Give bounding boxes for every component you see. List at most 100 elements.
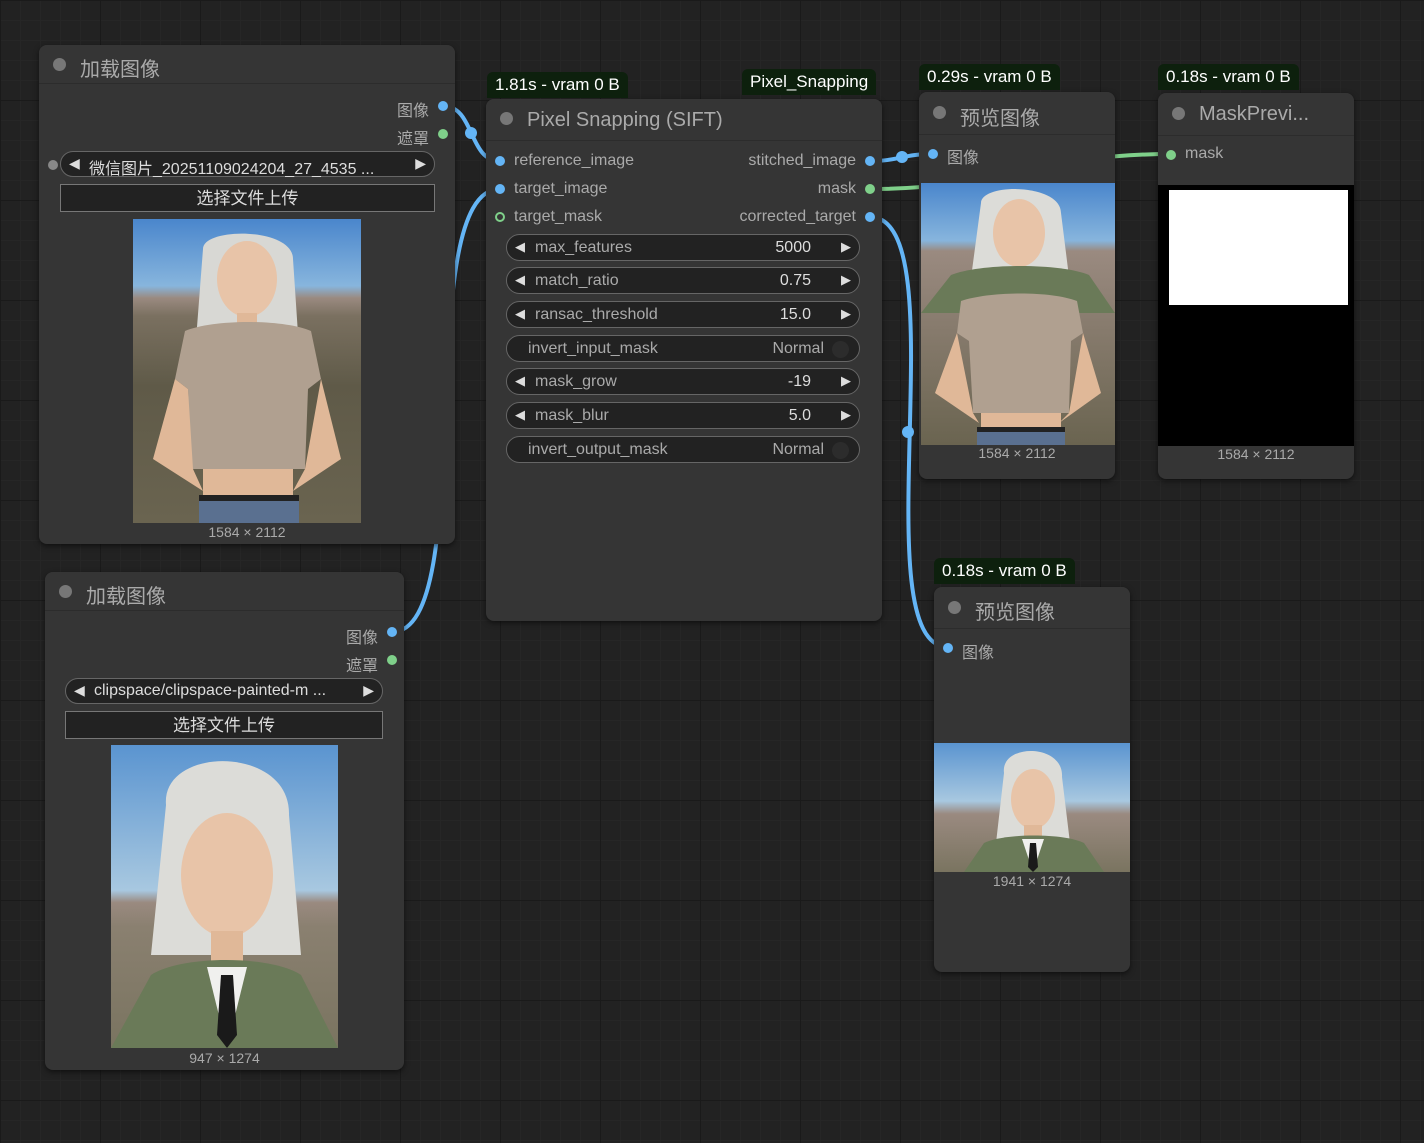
preview-image-node-2[interactable]: 预览图像 图像 1941 × 1274	[934, 587, 1130, 972]
collapse-dot-icon[interactable]	[948, 601, 961, 614]
widget-input-slot[interactable]	[48, 160, 58, 170]
node-name-badge: Pixel_Snapping	[742, 69, 877, 95]
node-title: MaskPrevi...	[1199, 103, 1310, 125]
widget-invert-output-mask[interactable]: invert_output_mask Normal	[506, 436, 860, 463]
widget-ransac-threshold[interactable]: ◀ ransac_threshold 15.0 ▶	[506, 301, 860, 328]
execution-time-badge: 0.29s - vram 0 B	[919, 64, 1060, 90]
widget-invert-input-mask[interactable]: invert_input_mask Normal	[506, 335, 860, 362]
output-mask-label: 遮罩	[345, 658, 378, 675]
node-header[interactable]: Pixel Snapping (SIFT)	[486, 99, 882, 141]
arrow-right-icon[interactable]: ▶	[363, 682, 374, 699]
widget-name: invert_input_mask	[528, 340, 658, 357]
input-image-slot[interactable]	[928, 149, 938, 159]
widget-name: invert_output_mask	[528, 441, 668, 458]
output-mask-slot[interactable]	[865, 184, 875, 194]
widget-name: ransac_threshold	[535, 306, 658, 323]
node-title: Pixel Snapping (SIFT)	[527, 109, 723, 131]
node-header[interactable]: MaskPrevi...	[1158, 93, 1354, 136]
widget-value: Normal	[772, 441, 824, 458]
load-image-node-1[interactable]: 加载图像 图像 遮罩 ◀ 微信图片_20251109024204_27_4535…	[39, 45, 455, 544]
input-reference-image-label: reference_image	[514, 152, 635, 169]
widget-name: mask_grow	[535, 373, 617, 390]
output-stitched-image-label: stitched_image	[748, 152, 856, 169]
input-image-label: 图像	[962, 645, 995, 662]
toggle-knob-icon[interactable]	[832, 442, 849, 459]
input-target-mask-slot[interactable]	[495, 212, 505, 222]
node-header[interactable]: 预览图像	[919, 92, 1115, 135]
input-target-image-label: target_image	[514, 180, 608, 197]
output-image-slot[interactable]	[438, 101, 448, 111]
decrement-arrow-icon[interactable]: ◀	[515, 373, 525, 389]
output-stitched-image-slot[interactable]	[865, 156, 875, 166]
widget-name: mask_blur	[535, 407, 609, 424]
image-dimensions: 947 × 1274	[189, 1050, 260, 1066]
mask-output-image	[1158, 185, 1354, 446]
decrement-arrow-icon[interactable]: ◀	[515, 272, 525, 288]
collapse-dot-icon[interactable]	[53, 58, 66, 71]
node-header[interactable]: 加载图像	[39, 45, 455, 84]
decrement-arrow-icon[interactable]: ◀	[515, 239, 525, 255]
widget-value: 5000	[775, 239, 811, 256]
input-mask-slot[interactable]	[1166, 150, 1176, 160]
decrement-arrow-icon[interactable]: ◀	[515, 306, 525, 322]
node-title: 预览图像	[960, 108, 1040, 130]
preview-image-woman-full	[133, 219, 361, 523]
pixel-snapping-node[interactable]: Pixel Snapping (SIFT) reference_image ta…	[486, 99, 882, 621]
widget-max-features[interactable]: ◀ max_features 5000 ▶	[506, 234, 860, 261]
link-midpoint	[465, 127, 477, 139]
decrement-arrow-icon[interactable]: ◀	[515, 407, 525, 423]
upload-button[interactable]: 选择文件上传	[60, 184, 435, 212]
stitched-woman-icon	[921, 189, 1115, 445]
execution-time-badge: 1.81s - vram 0 B	[487, 72, 628, 98]
widget-value: 5.0	[788, 407, 811, 424]
image-file-select[interactable]: ◀ clipspace/clipspace-painted-m ... ▶	[65, 678, 383, 704]
increment-arrow-icon[interactable]: ▶	[841, 373, 851, 389]
node-title: 预览图像	[975, 602, 1055, 624]
preview-image-node-1[interactable]: 预览图像 图像 1584 × 2112	[919, 92, 1115, 479]
collapse-dot-icon[interactable]	[59, 585, 72, 598]
widget-match-ratio[interactable]: ◀ match_ratio 0.75 ▶	[506, 267, 860, 294]
increment-arrow-icon[interactable]: ▶	[841, 272, 851, 288]
increment-arrow-icon[interactable]: ▶	[841, 306, 851, 322]
execution-time-badge: 0.18s - vram 0 B	[1158, 64, 1299, 90]
image-dimensions: 1584 × 2112	[978, 445, 1056, 461]
image-dimensions: 1941 × 1274	[992, 873, 1072, 889]
input-image-label: 图像	[947, 150, 980, 167]
output-mask-slot[interactable]	[387, 655, 397, 665]
output-mask-label: mask	[817, 180, 856, 197]
node-header[interactable]: 预览图像	[934, 587, 1130, 629]
node-title: 加载图像	[80, 59, 160, 81]
input-reference-image-slot[interactable]	[495, 156, 505, 166]
input-mask-label: mask	[1185, 145, 1224, 162]
node-header[interactable]: 加载图像	[45, 572, 404, 611]
arrow-left-icon[interactable]: ◀	[74, 682, 85, 699]
output-image-slot[interactable]	[387, 627, 397, 637]
image-dimensions: 1584 × 2112	[208, 524, 286, 540]
output-image-label: 图像	[345, 630, 378, 647]
upload-button[interactable]: 选择文件上传	[65, 711, 383, 739]
collapse-dot-icon[interactable]	[500, 112, 513, 125]
output-corrected-target-slot[interactable]	[865, 212, 875, 222]
toggle-knob-icon[interactable]	[832, 341, 849, 358]
output-mask-label: 遮罩	[396, 131, 429, 148]
input-image-slot[interactable]	[943, 643, 953, 653]
mask-preview-node[interactable]: MaskPrevi... mask 1584 × 2112	[1158, 93, 1354, 479]
input-target-image-slot[interactable]	[495, 184, 505, 194]
mask-white-region	[1169, 190, 1348, 305]
increment-arrow-icon[interactable]: ▶	[841, 407, 851, 423]
load-image-node-2[interactable]: 加载图像 图像 遮罩 ◀ clipspace/clipspace-painted…	[45, 572, 404, 1070]
arrow-right-icon[interactable]: ▶	[415, 155, 426, 172]
output-mask-slot[interactable]	[438, 129, 448, 139]
output-image-label: 图像	[396, 103, 429, 120]
widget-value: -19	[787, 373, 811, 390]
collapse-dot-icon[interactable]	[933, 106, 946, 119]
image-file-select[interactable]: ◀ 微信图片_20251109024204_27_4535 ... ▶	[60, 151, 435, 178]
link-midpoint	[902, 426, 914, 438]
widget-mask-grow[interactable]: ◀ mask_grow -19 ▶	[506, 368, 860, 395]
widget-value: Normal	[772, 340, 824, 357]
collapse-dot-icon[interactable]	[1172, 107, 1185, 120]
widget-name: match_ratio	[535, 272, 619, 289]
increment-arrow-icon[interactable]: ▶	[841, 239, 851, 255]
widget-mask-blur[interactable]: ◀ mask_blur 5.0 ▶	[506, 402, 860, 429]
arrow-left-icon[interactable]: ◀	[69, 155, 80, 172]
